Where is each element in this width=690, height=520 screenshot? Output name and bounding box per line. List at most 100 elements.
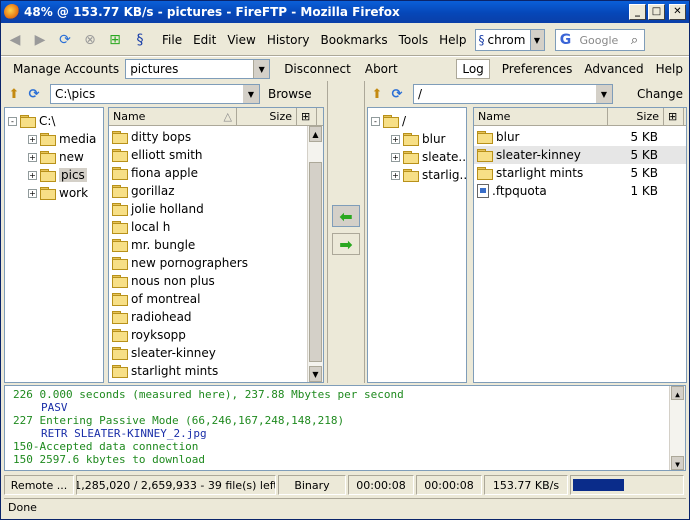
- download-arrow-icon[interactable]: ⬅: [332, 205, 360, 227]
- table-row[interactable]: jolie holland: [109, 200, 307, 218]
- local-tree-node[interactable]: + media: [28, 130, 96, 148]
- scroll-up-icon[interactable]: ▲: [671, 386, 684, 400]
- maximize-button[interactable]: □: [648, 4, 665, 20]
- table-row[interactable]: sleater-kinney 5 KB: [474, 146, 686, 164]
- stop-icon[interactable]: ⊗: [79, 29, 101, 51]
- menu-view[interactable]: View: [227, 33, 255, 47]
- expand-icon[interactable]: +: [28, 188, 37, 198]
- file-name-cell: of montreal: [109, 292, 307, 306]
- chevron-down-icon[interactable]: ▼: [596, 85, 612, 103]
- minimize-button[interactable]: _: [629, 4, 646, 20]
- remote-tree-node[interactable]: + blur: [391, 130, 446, 148]
- account-select[interactable]: pictures ▼: [125, 59, 271, 79]
- forward-icon[interactable]: ▶: [29, 29, 51, 51]
- chrome-select[interactable]: § chrom ▼: [474, 29, 545, 51]
- menu-help[interactable]: Help: [439, 33, 466, 47]
- table-row[interactable]: royksopp: [109, 326, 307, 344]
- remote-tree-node[interactable]: + starlig...: [391, 166, 466, 184]
- remote-tree-node[interactable]: + sleate...: [391, 148, 466, 166]
- expand-icon[interactable]: +: [28, 134, 37, 144]
- expand-icon[interactable]: +: [28, 152, 37, 162]
- column-picker-icon[interactable]: ⊞: [664, 108, 684, 125]
- preferences-button[interactable]: Preferences: [502, 62, 573, 76]
- size-column-header[interactable]: Size: [237, 108, 297, 125]
- folder-up-icon[interactable]: ⬆: [4, 84, 24, 104]
- table-row[interactable]: sleater-kinney: [109, 344, 307, 362]
- advanced-button[interactable]: Advanced: [584, 62, 643, 76]
- size-column-header[interactable]: Size: [608, 108, 664, 125]
- local-tree-node[interactable]: - C:\: [8, 112, 55, 130]
- local-tree-node[interactable]: + work: [28, 184, 88, 202]
- name-column-header[interactable]: Name △: [109, 108, 237, 125]
- remote-path-input[interactable]: / ▼: [413, 84, 613, 104]
- local-tree-node[interactable]: + new: [28, 148, 84, 166]
- menu-bookmarks[interactable]: Bookmarks: [321, 33, 388, 47]
- search-input[interactable]: Google: [580, 34, 626, 47]
- expand-icon[interactable]: +: [391, 134, 400, 144]
- table-row[interactable]: mr. bungle: [109, 236, 307, 254]
- scroll-down-icon[interactable]: ▼: [671, 456, 684, 470]
- collapse-icon[interactable]: -: [8, 116, 17, 126]
- local-folder-tree: - C:\ + media + new + pics + work: [4, 107, 104, 383]
- search-box[interactable]: G Google ⌕: [554, 29, 645, 51]
- abort-button[interactable]: Abort: [365, 62, 398, 76]
- table-row[interactable]: gorillaz: [109, 182, 307, 200]
- file-name: royksopp: [131, 328, 186, 342]
- manage-accounts-button[interactable]: Manage Accounts: [13, 62, 119, 76]
- scroll-up-icon[interactable]: ▲: [309, 126, 322, 142]
- table-row[interactable]: blur 5 KB: [474, 128, 686, 146]
- browse-button[interactable]: Browse: [268, 87, 312, 101]
- help-button[interactable]: Help: [656, 62, 683, 76]
- menu-tools[interactable]: Tools: [399, 33, 429, 47]
- menu-file[interactable]: File: [162, 33, 182, 47]
- refresh-icon[interactable]: ⟳: [387, 84, 407, 104]
- menu-edit[interactable]: Edit: [193, 33, 216, 47]
- folder-icon: [112, 329, 128, 342]
- expand-icon[interactable]: +: [28, 170, 37, 180]
- refresh-icon[interactable]: ⟳: [24, 84, 44, 104]
- table-row[interactable]: starlight mints: [109, 362, 307, 380]
- menu-history[interactable]: History: [267, 33, 310, 47]
- table-row[interactable]: local h: [109, 218, 307, 236]
- local-path-input[interactable]: C:\pics ▼: [50, 84, 260, 104]
- log-button[interactable]: Log: [456, 59, 490, 79]
- local-scrollbar[interactable]: ▲ ▼: [307, 126, 323, 382]
- local-tree-label: work: [59, 186, 89, 200]
- scroll-thumb[interactable]: [309, 162, 322, 362]
- scroll-down-icon[interactable]: ▼: [309, 366, 322, 382]
- seahorse-icon[interactable]: §: [129, 29, 151, 51]
- search-icon[interactable]: ⌕: [626, 33, 644, 48]
- table-row[interactable]: ditty bops: [109, 128, 307, 146]
- folder-up-icon[interactable]: ⬆: [367, 84, 387, 104]
- name-column-header[interactable]: Name: [474, 108, 608, 125]
- expand-icon[interactable]: +: [391, 170, 400, 180]
- close-button[interactable]: ✕: [669, 4, 686, 20]
- file-size: 1 KB: [630, 184, 658, 198]
- folder-icon: [40, 187, 56, 200]
- upload-arrow-icon[interactable]: ➡: [332, 233, 360, 255]
- expand-icon[interactable]: +: [391, 152, 400, 162]
- table-row[interactable]: .ftpquota 1 KB: [474, 182, 686, 200]
- drive-icon: [383, 115, 399, 128]
- local-tree-node[interactable]: + pics: [28, 166, 87, 184]
- change-button[interactable]: Change: [637, 87, 683, 101]
- table-row[interactable]: starlight mints 5 KB: [474, 164, 686, 182]
- table-row[interactable]: elliott smith: [109, 146, 307, 164]
- disconnect-button[interactable]: Disconnect: [284, 62, 351, 76]
- google-icon[interactable]: G: [558, 32, 574, 48]
- new-tab-icon[interactable]: ⊞: [104, 29, 126, 51]
- remote-tree-node[interactable]: - /: [371, 112, 406, 130]
- table-row[interactable]: new pornographers: [109, 254, 307, 272]
- table-row[interactable]: fiona apple: [109, 164, 307, 182]
- log-scrollbar[interactable]: ▲ ▼: [669, 386, 685, 470]
- table-row[interactable]: of montreal: [109, 290, 307, 308]
- table-row[interactable]: nous non plus: [109, 272, 307, 290]
- chevron-down-icon[interactable]: ▼: [243, 85, 259, 103]
- reload-icon[interactable]: ⟳: [54, 29, 76, 51]
- collapse-icon[interactable]: -: [371, 116, 380, 126]
- table-row[interactable]: radiohead: [109, 308, 307, 326]
- column-picker-icon[interactable]: ⊞: [297, 108, 317, 125]
- back-icon[interactable]: ◀: [4, 29, 26, 51]
- chevron-down-icon[interactable]: ▼: [529, 30, 544, 50]
- chevron-down-icon[interactable]: ▼: [253, 60, 270, 78]
